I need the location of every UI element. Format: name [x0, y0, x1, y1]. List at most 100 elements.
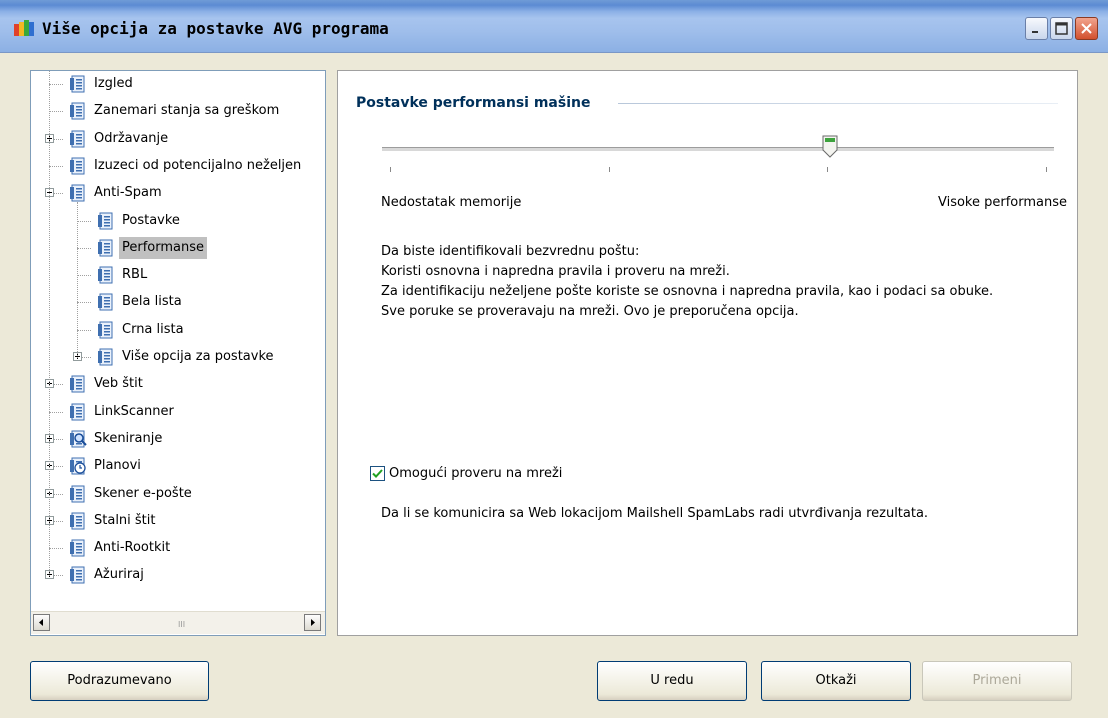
maximize-button[interactable]	[1050, 17, 1073, 40]
tree-item[interactable]: Bela lista	[31, 291, 325, 313]
tree-item[interactable]: Planovi	[31, 455, 325, 477]
settings-page-icon	[70, 157, 85, 175]
settings-page-icon	[70, 375, 85, 393]
tree-item[interactable]: Više opcija za postavke	[31, 346, 325, 368]
tree-item-label[interactable]: LinkScanner	[91, 401, 177, 423]
maximize-icon	[1055, 22, 1068, 35]
tree-item-label[interactable]: Bela lista	[119, 291, 185, 313]
tree-item[interactable]: Veb štit	[31, 373, 325, 395]
tree-item[interactable]: RBL	[31, 264, 325, 286]
tree-connector	[77, 302, 91, 304]
scroll-left-button[interactable]	[33, 614, 50, 631]
minimize-icon	[1032, 31, 1038, 33]
cancel-button[interactable]: Otkaži	[761, 661, 911, 701]
tree-horizontal-scrollbar[interactable]: III	[31, 611, 325, 634]
tree-item[interactable]: Crna lista	[31, 319, 325, 341]
tree-item-label[interactable]: Skeniranje	[91, 428, 165, 450]
section-title: Postavke performansi mašine	[356, 95, 591, 111]
tree-item[interactable]: Stalni štit	[31, 510, 325, 532]
tree-item[interactable]: Ažuriraj	[31, 564, 325, 586]
tree-item[interactable]: Zanemari stanja sa greškom	[31, 100, 325, 122]
tree-connector	[49, 548, 63, 550]
scrollbar-grip: III	[178, 620, 186, 629]
default-button[interactable]: Podrazumevano	[30, 661, 209, 701]
online-check-label[interactable]: Omogući proveru na mreži	[389, 465, 562, 483]
tree-item-label[interactable]: Izgled	[91, 73, 136, 95]
performance-slider-track[interactable]	[382, 147, 1054, 152]
settings-page-icon	[98, 321, 113, 339]
tree-item-label[interactable]: Izuzeci od potencijalno neželjen	[91, 155, 304, 177]
arrow-left-icon	[39, 619, 43, 626]
tree-connector	[49, 165, 63, 167]
avg-logo-icon	[14, 20, 34, 36]
tree-item[interactable]: Izgled	[31, 73, 325, 95]
settings-page-icon	[70, 130, 85, 148]
tree-item-label[interactable]: Skener e-pošte	[91, 483, 195, 505]
tree-connector	[77, 329, 91, 331]
slider-tick	[1046, 167, 1047, 172]
slider-max-label: Visoke performanse	[937, 195, 1067, 210]
tree-item-label[interactable]: Stalni štit	[91, 510, 159, 532]
apply-button[interactable]: Primeni	[922, 661, 1072, 701]
settings-page-icon	[70, 485, 85, 502]
tree-item-label[interactable]: Održavanje	[91, 128, 171, 150]
tree-connector	[77, 247, 91, 249]
settings-page-icon	[70, 512, 85, 530]
description-line: Koristi osnovna i napredna pravila i pro…	[381, 264, 730, 279]
tree-item[interactable]: LinkScanner	[31, 401, 325, 423]
tree-connector	[77, 275, 91, 277]
tree-item-label[interactable]: Planovi	[91, 455, 144, 477]
tree-item-label[interactable]: Više opcija za postavke	[119, 346, 277, 368]
settings-window: Više opcija za postavke AVG programa Izg…	[0, 0, 1108, 718]
online-check-checkbox[interactable]	[370, 466, 385, 481]
tree-item[interactable]: Anti-Spam	[31, 182, 325, 204]
tree-item-label[interactable]: Veb štit	[91, 373, 146, 395]
close-button[interactable]	[1075, 17, 1098, 40]
tree-item[interactable]: Izuzeci od potencijalno neželjen	[31, 155, 325, 177]
scroll-right-button[interactable]	[304, 614, 321, 631]
tree-item[interactable]: Skeniranje	[31, 428, 325, 450]
settings-page-icon	[98, 239, 113, 257]
performance-slider-thumb[interactable]	[822, 135, 838, 159]
settings-page-icon	[70, 102, 85, 120]
settings-page-icon	[70, 566, 85, 584]
tree-item[interactable]: Postavke	[31, 210, 325, 232]
tree-item-label[interactable]: RBL	[119, 264, 150, 286]
close-icon	[1081, 23, 1092, 34]
settings-page-icon	[98, 348, 113, 366]
section-divider	[618, 103, 1058, 104]
minimize-button[interactable]	[1025, 17, 1048, 40]
tree-guide-antispam	[77, 202, 78, 358]
slider-tick	[827, 167, 829, 172]
settings-page-icon	[98, 212, 113, 229]
tree-item-label[interactable]: Postavke	[119, 210, 183, 232]
settings-page-icon	[70, 75, 85, 93]
tree-item[interactable]: Održavanje	[31, 128, 325, 150]
settings-tree[interactable]: Izgled Zanemari stanja sa greškom Održavan…	[30, 70, 326, 636]
checkmark-icon	[372, 469, 383, 478]
tree-guide-root	[49, 71, 50, 577]
description-line: Da biste identifikovali bezvrednu poštu:	[381, 244, 640, 259]
title-bar[interactable]: Više opcija za postavke AVG programa	[0, 0, 1108, 53]
tree-item-label[interactable]: Zanemari stanja sa greškom	[91, 100, 282, 122]
window-title: Više opcija za postavke AVG programa	[42, 19, 389, 38]
tree-item-label[interactable]: Performanse	[119, 236, 208, 259]
settings-page-icon	[70, 403, 85, 421]
performance-description: Da biste identifikovali bezvrednu poštu:…	[381, 242, 993, 322]
schedule-clock-icon	[70, 457, 86, 475]
settings-page-icon	[70, 184, 85, 202]
tree-item-label[interactable]: Anti-Spam	[91, 182, 165, 204]
tree-item-label[interactable]: Ažuriraj	[91, 564, 147, 586]
settings-panel: Postavke performansi mašine Nedostatak m…	[337, 70, 1078, 636]
tree-item[interactable]: Performanse	[31, 236, 325, 259]
tree-connector	[77, 220, 91, 222]
tree-item-label[interactable]: Crna lista	[119, 319, 187, 341]
tree-item[interactable]: Anti-Rootkit	[31, 537, 325, 559]
ok-button[interactable]: U redu	[597, 661, 747, 701]
tree-connector	[49, 111, 63, 113]
tree-item[interactable]: Skener e-pošte	[31, 483, 325, 505]
mailshell-note: Da li se komunicira sa Web lokacijom Mai…	[381, 506, 929, 521]
settings-page-icon	[98, 266, 113, 284]
tree-item-label[interactable]: Anti-Rootkit	[91, 537, 173, 559]
tree-connector	[49, 84, 63, 85]
